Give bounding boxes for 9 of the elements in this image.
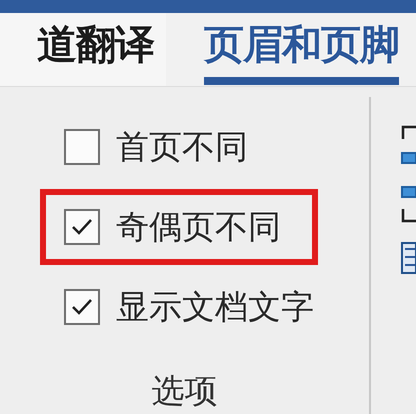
checkbox-label: 奇偶页不同	[116, 206, 281, 248]
checkbox[interactable]	[64, 289, 100, 325]
checkbox[interactable]	[64, 129, 100, 165]
checkbox-label: 首页不同	[116, 126, 248, 168]
check-icon	[71, 298, 93, 316]
check-icon	[71, 218, 93, 236]
checkbox[interactable]	[64, 209, 100, 245]
group-label: 选项	[152, 370, 218, 412]
checkbox-label: 显示文档文字	[116, 286, 314, 328]
